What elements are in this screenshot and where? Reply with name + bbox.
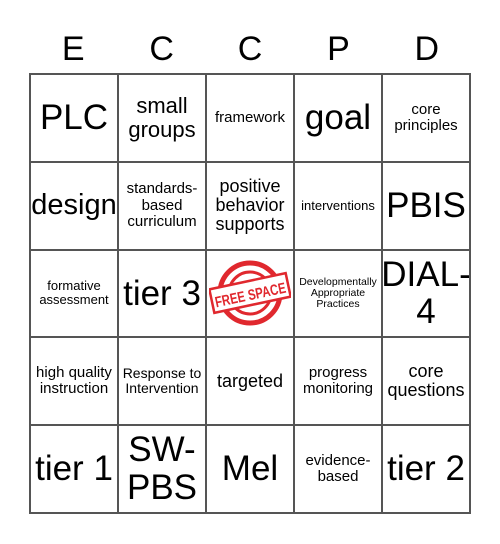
bingo-cell[interactable]: Mel bbox=[206, 425, 294, 513]
bingo-cell-text: SW-PBS bbox=[126, 430, 198, 508]
bingo-cell[interactable]: tier 3 bbox=[118, 249, 206, 338]
bingo-cell[interactable]: small groups bbox=[118, 74, 206, 162]
bingo-cell[interactable]: progress monitoring bbox=[294, 337, 382, 426]
bingo-cell-text: design bbox=[31, 189, 117, 222]
bingo-cell-free-space[interactable]: FREE SPACE bbox=[206, 249, 294, 338]
bingo-cell-text: Response to Intervention bbox=[122, 365, 202, 397]
bingo-cell[interactable]: PLC bbox=[30, 74, 118, 162]
bingo-card-grid: PLC small groups framework goal core princip… bbox=[29, 73, 471, 514]
bingo-cell-text: PLC bbox=[39, 98, 109, 137]
bingo-cell-text: evidence-based bbox=[305, 451, 371, 486]
bingo-cell-text: goal bbox=[304, 98, 372, 137]
bingo-cell-text: DIAL-4 bbox=[382, 254, 470, 332]
bingo-cell[interactable]: core questions bbox=[382, 337, 470, 426]
bingo-cell[interactable]: core principles bbox=[382, 74, 470, 162]
bingo-cell[interactable]: Response to Intervention bbox=[118, 337, 206, 426]
bingo-cell-text: tier 3 bbox=[123, 273, 201, 313]
bingo-cell[interactable]: goal bbox=[294, 74, 382, 162]
bingo-cell-text: progress monitoring bbox=[302, 364, 374, 398]
bingo-cell-text: tier 1 bbox=[35, 449, 113, 489]
bingo-cell-text: Developmentally Appropriate Practices bbox=[299, 275, 377, 311]
bingo-cell-text: PBIS bbox=[386, 185, 466, 225]
bingo-cell[interactable]: Developmentally Appropriate Practices bbox=[294, 249, 382, 338]
bingo-cell[interactable]: tier 2 bbox=[382, 425, 470, 513]
bingo-cell[interactable]: high quality instruction bbox=[30, 337, 118, 426]
bingo-cell-text: Mel bbox=[221, 449, 279, 489]
bingo-cell-text: core questions bbox=[387, 360, 465, 401]
bingo-cell[interactable]: positive behavior supports bbox=[206, 161, 294, 250]
header-letter: P bbox=[327, 30, 350, 68]
free-space-stamp-icon: FREE SPACE bbox=[209, 260, 291, 326]
header-letter: C bbox=[237, 30, 263, 68]
header-letter: E bbox=[61, 30, 85, 68]
bingo-cell-text: interventions bbox=[301, 197, 375, 213]
bingo-cell-text: formative assessment bbox=[39, 278, 109, 308]
bingo-cell-text: standards-based curriculum bbox=[126, 180, 198, 230]
bingo-cell-text: positive behavior supports bbox=[215, 175, 285, 235]
bingo-cell[interactable]: standards-based curriculum bbox=[118, 161, 206, 250]
bingo-cell[interactable]: tier 1 bbox=[30, 425, 118, 513]
bingo-cell[interactable]: evidence-based bbox=[294, 425, 382, 513]
bingo-cell[interactable]: targeted bbox=[206, 337, 294, 426]
bingo-cell[interactable]: SW-PBS bbox=[118, 425, 206, 513]
bingo-cell-text: framework bbox=[214, 108, 285, 126]
bingo-cell[interactable]: framework bbox=[206, 74, 294, 162]
bingo-cell-text: targeted bbox=[216, 370, 284, 391]
header-letter: C bbox=[149, 30, 174, 68]
bingo-cell[interactable]: formative assessment bbox=[30, 249, 118, 338]
bingo-cell[interactable]: DIAL-4 bbox=[382, 249, 470, 338]
bingo-header: E C C P D bbox=[29, 26, 471, 72]
header-letter: D bbox=[414, 30, 440, 68]
bingo-cell-text: high quality instruction bbox=[36, 364, 112, 398]
bingo-cell[interactable]: PBIS bbox=[382, 161, 470, 250]
bingo-cell-text: small groups bbox=[128, 93, 196, 142]
bingo-cell-text: tier 2 bbox=[387, 449, 465, 489]
bingo-cell-text: core principles bbox=[394, 100, 458, 134]
bingo-cell[interactable]: design bbox=[30, 161, 118, 250]
bingo-cell[interactable]: interventions bbox=[294, 161, 382, 250]
